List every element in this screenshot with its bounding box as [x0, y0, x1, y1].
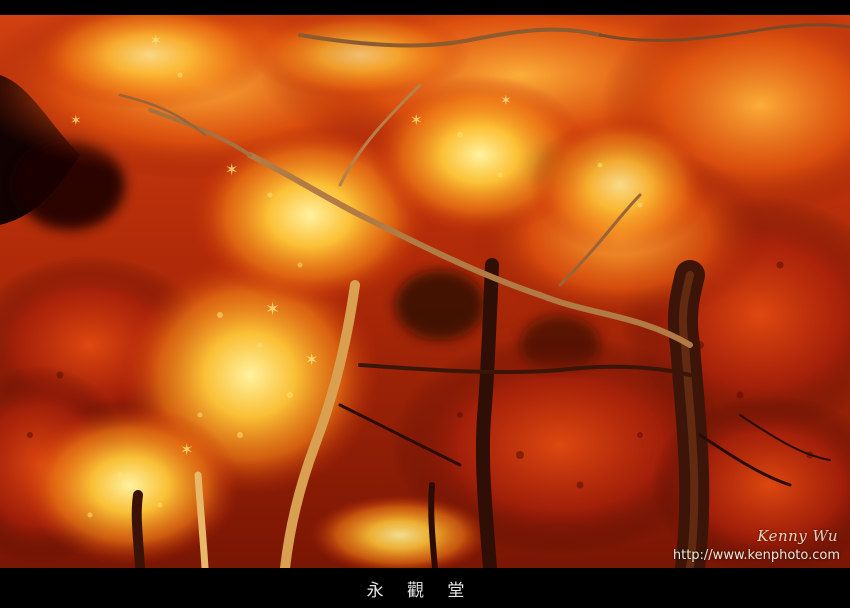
photographer-signature: Kenny Wu — [757, 527, 838, 545]
svg-text:✶: ✶ — [225, 160, 238, 179]
photo-caption: 永 觀 堂 — [366, 581, 474, 601]
svg-text:✶: ✶ — [265, 299, 280, 320]
photo-frame: ✶ ✶ ✶ ✶ ✶ ✶ ✶ ✶ Kenny Wu http://www.kenp… — [0, 0, 850, 608]
maple-foliage-illustration: ✶ ✶ ✶ ✶ ✶ ✶ ✶ ✶ — [0, 15, 850, 568]
maple-photo: ✶ ✶ ✶ ✶ ✶ ✶ ✶ ✶ — [0, 15, 850, 568]
svg-text:✶: ✶ — [500, 93, 512, 109]
svg-text:✶: ✶ — [180, 440, 193, 459]
svg-text:✶: ✶ — [150, 33, 162, 49]
watermark-url: http://www.kenphoto.com — [672, 548, 840, 563]
svg-text:✶: ✶ — [410, 111, 423, 129]
svg-text:✶: ✶ — [305, 350, 318, 369]
svg-text:✶: ✶ — [70, 113, 82, 129]
